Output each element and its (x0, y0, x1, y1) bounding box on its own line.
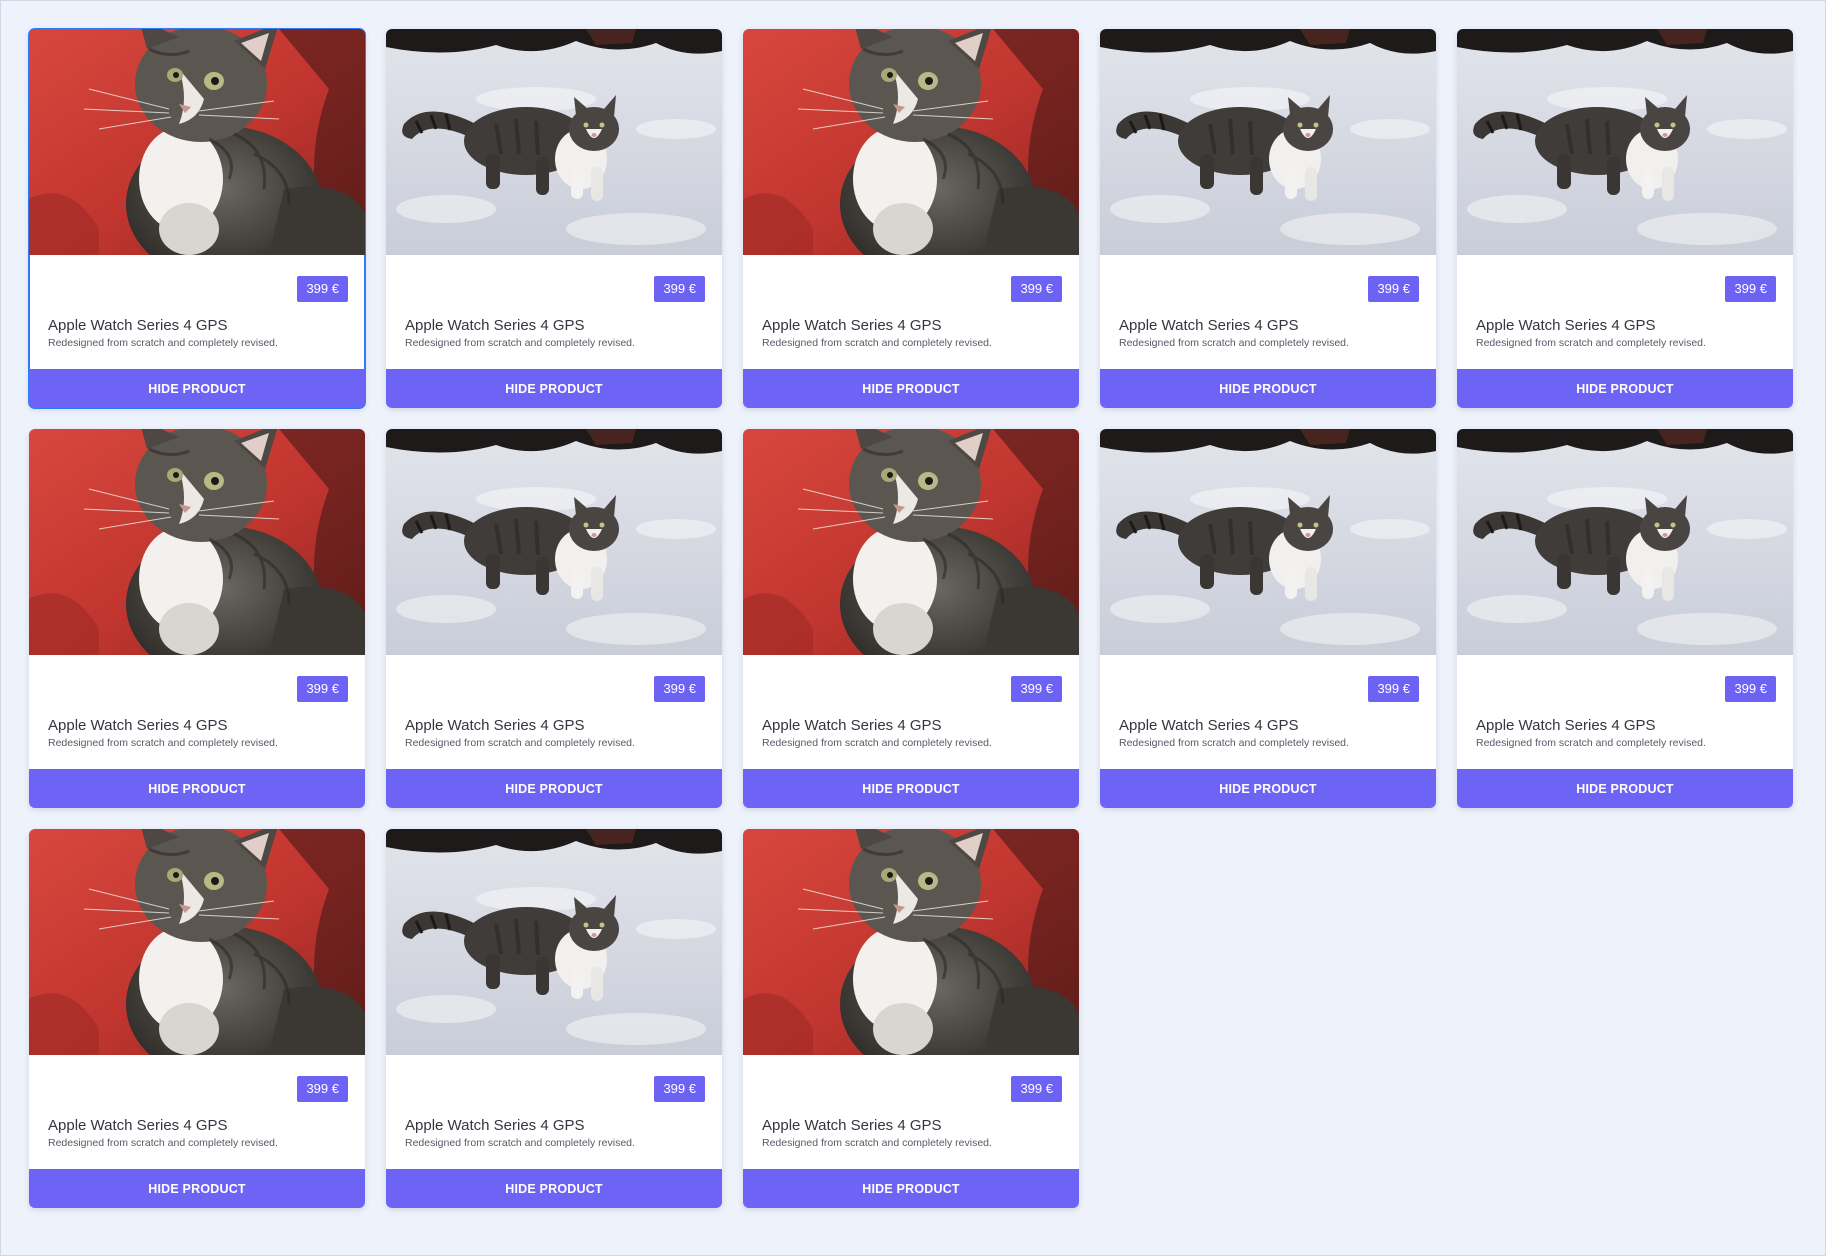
product-description: Redesigned from scratch and completely r… (48, 337, 278, 349)
hide-product-button[interactable]: HIDE PRODUCT (29, 1169, 365, 1208)
product-title: Apple Watch Series 4 GPS (1119, 717, 1299, 734)
price-badge: 399 € (1368, 676, 1419, 702)
product-card-6: 399 € Apple Watch Series 4 GPS Redesigne… (29, 429, 365, 808)
product-card-12: 399 € Apple Watch Series 4 GPS Redesigne… (386, 829, 722, 1208)
product-title: Apple Watch Series 4 GPS (405, 317, 585, 334)
product-card-2: 399 € Apple Watch Series 4 GPS Redesigne… (386, 29, 722, 408)
product-image-cat-in-snow (386, 429, 722, 655)
hide-product-button[interactable]: HIDE PRODUCT (386, 1169, 722, 1208)
product-description: Redesigned from scratch and completely r… (762, 337, 992, 349)
product-image-cat-in-snow (1457, 29, 1793, 255)
product-title: Apple Watch Series 4 GPS (1119, 317, 1299, 334)
product-image-cat-in-snow (1100, 29, 1436, 255)
product-image-kitten-red-background (29, 829, 365, 1055)
product-title: Apple Watch Series 4 GPS (405, 1117, 585, 1134)
product-description: Redesigned from scratch and completely r… (1476, 737, 1706, 749)
product-image-cat-in-snow (386, 29, 722, 255)
product-description: Redesigned from scratch and completely r… (1119, 737, 1349, 749)
price-badge: 399 € (1725, 676, 1776, 702)
product-description: Redesigned from scratch and completely r… (48, 737, 278, 749)
hide-product-button[interactable]: HIDE PRODUCT (1457, 769, 1793, 808)
product-title: Apple Watch Series 4 GPS (1476, 317, 1656, 334)
product-title: Apple Watch Series 4 GPS (762, 1117, 942, 1134)
hide-product-button[interactable]: HIDE PRODUCT (29, 769, 365, 808)
hide-product-button[interactable]: HIDE PRODUCT (1100, 769, 1436, 808)
hide-product-button[interactable]: HIDE PRODUCT (386, 769, 722, 808)
hide-product-button[interactable]: HIDE PRODUCT (743, 1169, 1079, 1208)
product-image-kitten-red-background (29, 429, 365, 655)
hide-product-button[interactable]: HIDE PRODUCT (29, 369, 365, 408)
product-image-kitten-red-background (743, 829, 1079, 1055)
product-image-cat-in-snow (386, 829, 722, 1055)
price-badge: 399 € (1011, 1076, 1062, 1102)
product-description: Redesigned from scratch and completely r… (1476, 337, 1706, 349)
price-badge: 399 € (1011, 676, 1062, 702)
price-badge: 399 € (297, 1076, 348, 1102)
product-card-7: 399 € Apple Watch Series 4 GPS Redesigne… (386, 429, 722, 808)
price-badge: 399 € (297, 676, 348, 702)
product-card-3: 399 € Apple Watch Series 4 GPS Redesigne… (743, 29, 1079, 408)
product-description: Redesigned from scratch and completely r… (405, 337, 635, 349)
product-image-kitten-red-background (743, 29, 1079, 255)
price-badge: 399 € (1011, 276, 1062, 302)
hide-product-button[interactable]: HIDE PRODUCT (1100, 369, 1436, 408)
product-title: Apple Watch Series 4 GPS (762, 717, 942, 734)
hide-product-button[interactable]: HIDE PRODUCT (1457, 369, 1793, 408)
product-card-13: 399 € Apple Watch Series 4 GPS Redesigne… (743, 829, 1079, 1208)
product-description: Redesigned from scratch and completely r… (1119, 337, 1349, 349)
product-description: Redesigned from scratch and completely r… (762, 1137, 992, 1149)
product-image-kitten-red-background (743, 429, 1079, 655)
hide-product-button[interactable]: HIDE PRODUCT (743, 369, 1079, 408)
price-badge: 399 € (297, 276, 348, 302)
product-image-kitten-red-background (29, 29, 365, 255)
hide-product-button[interactable]: HIDE PRODUCT (386, 369, 722, 408)
price-badge: 399 € (654, 676, 705, 702)
product-card-11: 399 € Apple Watch Series 4 GPS Redesigne… (29, 829, 365, 1208)
price-badge: 399 € (654, 276, 705, 302)
hide-product-button[interactable]: HIDE PRODUCT (743, 769, 1079, 808)
product-card-9: 399 € Apple Watch Series 4 GPS Redesigne… (1100, 429, 1436, 808)
product-title: Apple Watch Series 4 GPS (405, 717, 585, 734)
price-badge: 399 € (1368, 276, 1419, 302)
product-grid: 399 € Apple Watch Series 4 GPS Redesigne… (28, 28, 1793, 1208)
product-description: Redesigned from scratch and completely r… (762, 737, 992, 749)
product-card-4: 399 € Apple Watch Series 4 GPS Redesigne… (1100, 29, 1436, 408)
product-description: Redesigned from scratch and completely r… (405, 737, 635, 749)
product-image-cat-in-snow (1100, 429, 1436, 655)
product-description: Redesigned from scratch and completely r… (405, 1137, 635, 1149)
product-title: Apple Watch Series 4 GPS (48, 717, 228, 734)
product-card-1: 399 € Apple Watch Series 4 GPS Redesigne… (28, 28, 366, 409)
product-title: Apple Watch Series 4 GPS (48, 317, 228, 334)
product-card-10: 399 € Apple Watch Series 4 GPS Redesigne… (1457, 429, 1793, 808)
product-title: Apple Watch Series 4 GPS (762, 317, 942, 334)
price-badge: 399 € (654, 1076, 705, 1102)
price-badge: 399 € (1725, 276, 1776, 302)
product-card-5: 399 € Apple Watch Series 4 GPS Redesigne… (1457, 29, 1793, 408)
product-title: Apple Watch Series 4 GPS (48, 1117, 228, 1134)
product-description: Redesigned from scratch and completely r… (48, 1137, 278, 1149)
product-title: Apple Watch Series 4 GPS (1476, 717, 1656, 734)
product-image-cat-in-snow (1457, 429, 1793, 655)
product-card-8: 399 € Apple Watch Series 4 GPS Redesigne… (743, 429, 1079, 808)
